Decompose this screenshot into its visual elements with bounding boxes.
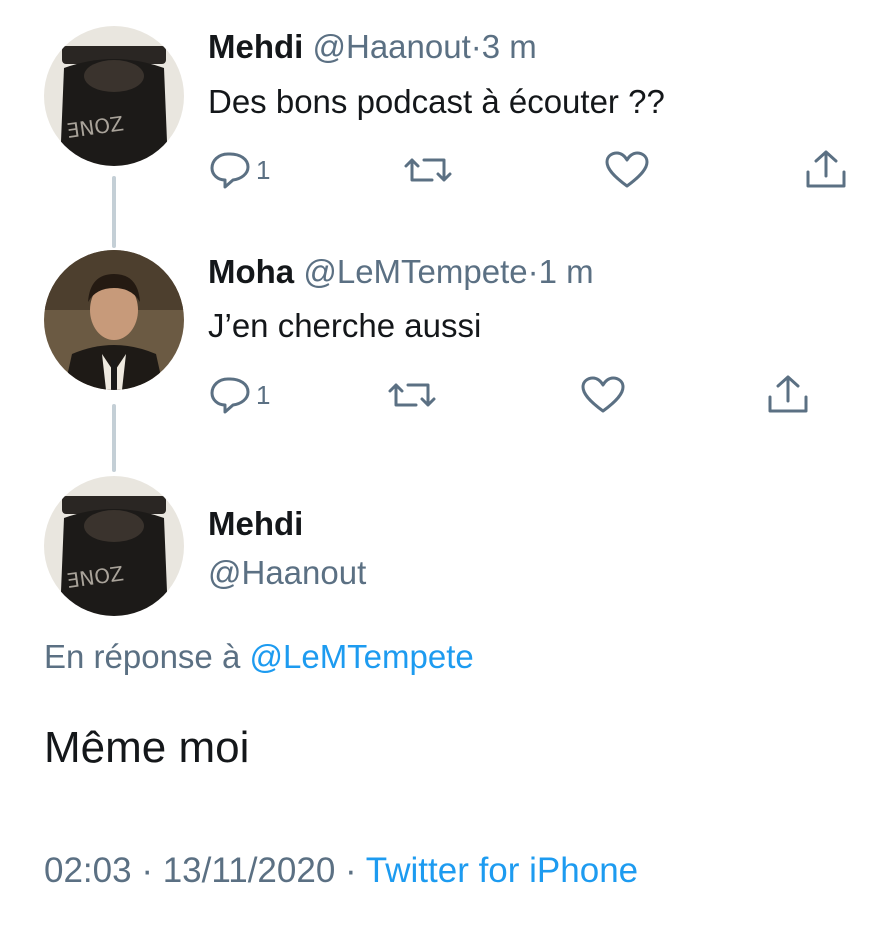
avatar-mehdi[interactable]: ƎNOZ [44,26,184,166]
like-icon [581,376,625,413]
avatar-moha-image [44,250,184,390]
retweet-icon [404,158,452,182]
tweet-2-text: J’en cherche aussi [208,307,482,344]
tweet-meta: 02:03 · 13/11/2020 · Twitter for iPhone [44,853,638,888]
tweet-1-reply-button[interactable]: 1 [208,150,270,190]
reply-to-prefix: En réponse à [44,638,241,675]
tweet-source-link[interactable]: Twitter for iPhone [366,851,638,890]
tweet-1-handle[interactable]: @Haanout [313,28,471,65]
thread-line-1 [112,176,116,248]
tweet-1-share-button[interactable] [804,148,848,190]
tweet-2-handle[interactable]: @LeMTempete [303,253,527,290]
tweet-1-time[interactable]: 3 m [482,28,537,65]
main-tweet-handle[interactable]: @Haanout [208,556,366,589]
tweet-2-reply-count: 1 [256,379,271,410]
avatar-mehdi-main[interactable]: ƎNOZ [44,476,184,616]
reply-to-handle[interactable]: @LeMTempete [249,638,473,675]
tweet-2-retweet-button[interactable] [386,375,438,415]
tweet-2-name[interactable]: Moha [208,253,294,290]
main-tweet-text: Même moi [44,723,250,772]
meta-sep-1: · [141,851,153,890]
tweet-1-name[interactable]: Mehdi [208,28,303,65]
avatar-mehdi-main-image: ƎNOZ [44,476,184,616]
tweet-1-retweet-button[interactable] [402,150,454,190]
tweet-1-header: Mehdi @Haanout·3 m [208,30,537,63]
meta-sep-2: · [345,851,357,890]
reply-icon [210,377,250,414]
tweet-2-share-button[interactable] [766,373,810,415]
tweet-time[interactable]: 02:03 [44,851,132,890]
tweet-date[interactable]: 13/11/2020 [163,851,336,890]
avatar-mehdi-image: ƎNOZ [44,26,184,166]
tweet-2-like-button[interactable] [580,375,626,415]
retweet-icon [388,383,436,407]
tweet-2-sep: · [527,253,539,290]
tweet-1-reply-count: 1 [256,154,271,185]
tweet-2-reply-button[interactable]: 1 [208,375,270,415]
like-icon [605,151,649,188]
tweet-1-sep: · [470,28,482,65]
tweet-2-header: Moha @LeMTempete·1 m [208,255,594,288]
main-tweet-name[interactable]: Mehdi [208,507,303,540]
share-icon [768,375,808,413]
thread-line-2 [112,404,116,472]
avatar-moha[interactable] [44,250,184,390]
share-icon [806,150,846,188]
tweet-1-like-button[interactable] [604,150,650,190]
reply-icon [210,152,250,189]
reply-to-line: En réponse à @LeMTempete [44,640,474,673]
tweet-2-time[interactable]: 1 m [539,253,594,290]
tweet-1-text: Des bons podcast à écouter ?? [208,83,665,120]
